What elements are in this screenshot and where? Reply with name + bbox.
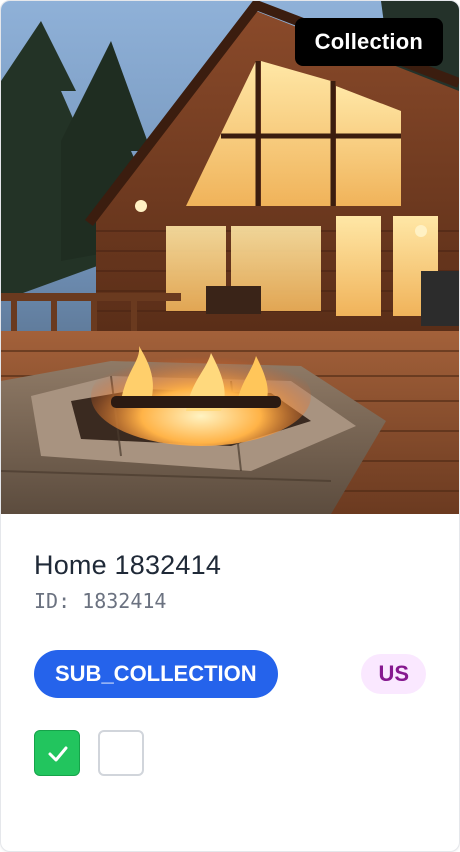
card-body: Home 1832414 ID: 1832414 SUB_COLLECTION … — [1, 514, 459, 851]
checkbox-selected[interactable] — [34, 730, 80, 776]
checkbox-unselected[interactable] — [98, 730, 144, 776]
property-id: ID: 1832414 — [34, 589, 167, 613]
country-badge: US — [361, 654, 426, 694]
property-photo[interactable]: Collection — [1, 1, 459, 514]
property-title[interactable]: Home 1832414 — [34, 550, 221, 581]
sub-collection-tag[interactable]: SUB_COLLECTION — [34, 650, 278, 698]
property-card[interactable]: Collection Home 1832414 ID: 1832414 SUB_… — [0, 0, 460, 852]
collection-badge: Collection — [294, 18, 443, 66]
check-icon — [48, 746, 68, 762]
